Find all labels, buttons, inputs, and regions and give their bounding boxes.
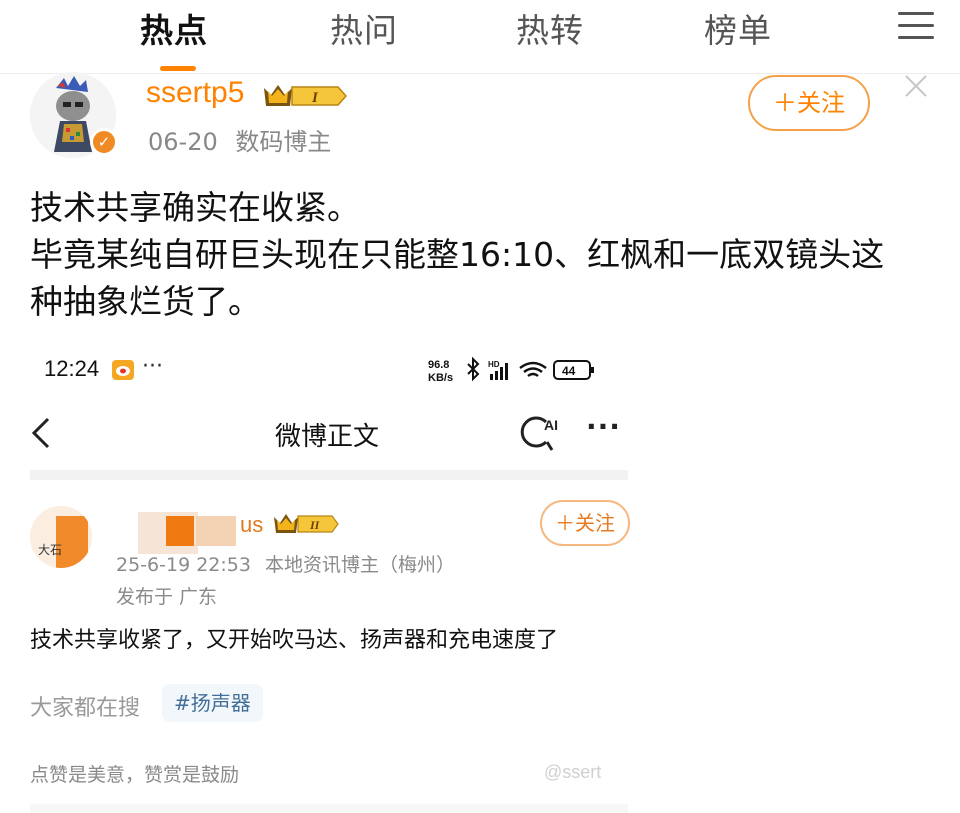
back-arrow-icon[interactable] xyxy=(30,416,52,450)
status-time: 12:24 xyxy=(44,356,100,381)
inner-author-desc: 本地资讯博主（梅州） xyxy=(265,554,456,576)
tab-hot[interactable]: 热点 xyxy=(140,4,208,52)
watermark: @ssert xyxy=(544,762,602,782)
weibo-logo-icon xyxy=(112,360,134,380)
inner-username[interactable]: us xyxy=(240,512,263,538)
hamburger-menu-icon[interactable] xyxy=(898,10,934,40)
close-icon[interactable] xyxy=(904,74,928,98)
inner-avatar[interactable]: 大石 xyxy=(30,506,92,568)
post-text-line: 毕竟某纯自研巨头现在只能整16:10、红枫和一底双镜头这 xyxy=(30,235,885,274)
status-more-icon: ··· xyxy=(142,354,163,379)
battery-level-text: 44 xyxy=(562,364,576,378)
inner-timestamp: 25-6-19 22:53 xyxy=(116,554,251,576)
inner-follow-button[interactable]: ＋关注 xyxy=(540,500,630,546)
active-tab-indicator xyxy=(160,66,196,71)
tab-hot-questions[interactable]: 热问 xyxy=(330,4,398,52)
vip-level-text: I xyxy=(311,90,319,106)
ai-label: AI xyxy=(544,417,558,433)
post-text-line: 技术共享确实在收紧。 xyxy=(30,188,360,227)
divider xyxy=(30,470,628,480)
tab-rankings[interactable]: 榜单 xyxy=(704,4,772,52)
verified-badge-icon: ✓ xyxy=(90,128,118,156)
bottom-fade xyxy=(30,804,628,813)
inner-vip-crown-icon: II xyxy=(274,514,339,533)
inner-footer-text: 点赞是美意，赞赏是鼓励 xyxy=(30,764,240,786)
inner-post-text: 技术共享收紧了，又开始吹马达、扬声器和充电速度了 xyxy=(30,628,559,653)
post-username[interactable]: ssertp5 xyxy=(146,76,244,110)
post-text: 技术共享确实在收紧。 毕竟某纯自研巨头现在只能整16:10、红枫和一底双镜头这 … xyxy=(30,184,940,325)
inner-vip-level-text: II xyxy=(309,518,321,532)
redacted-username-block xyxy=(166,516,194,546)
bluetooth-icon xyxy=(467,356,480,382)
net-speed-text: 96.8 xyxy=(428,359,449,371)
inner-post-meta: 25-6-19 22:53 本地资讯博主（梅州） xyxy=(116,550,455,577)
net-unit-text: KB/s xyxy=(428,372,453,384)
more-options-icon[interactable]: ··· xyxy=(586,410,621,443)
inner-page-title: 微博正文 xyxy=(275,422,380,452)
post-date: 06-20 xyxy=(148,128,218,156)
post-text-line: 种抽象烂货了。 xyxy=(30,282,261,321)
top-nav: 热点 热问 热转 榜单 xyxy=(0,0,960,74)
ai-search-icon[interactable]: AI xyxy=(520,412,562,454)
inner-location: 发布于 广东 xyxy=(116,586,218,608)
tab-hot-reposts[interactable]: 热转 xyxy=(516,4,584,52)
redacted-username-block xyxy=(196,516,236,546)
trending-search-label: 大家都在搜 xyxy=(30,696,141,721)
signal-hd-text: HD xyxy=(488,360,500,369)
vip-crown-icon: I xyxy=(264,85,348,106)
hashtag-chip[interactable]: #扬声器 xyxy=(162,684,263,722)
wifi-icon xyxy=(519,361,547,377)
inner-avatar-image: 大石 xyxy=(30,506,92,568)
post-meta: 06-20 数码博主 xyxy=(148,122,331,157)
inner-avatar-text: 大石 xyxy=(38,543,62,557)
status-indicators: 96.8 KB/s HD 44 xyxy=(428,356,594,384)
author-title: 数码博主 xyxy=(235,128,332,156)
follow-button[interactable]: ＋关注 xyxy=(748,75,870,131)
